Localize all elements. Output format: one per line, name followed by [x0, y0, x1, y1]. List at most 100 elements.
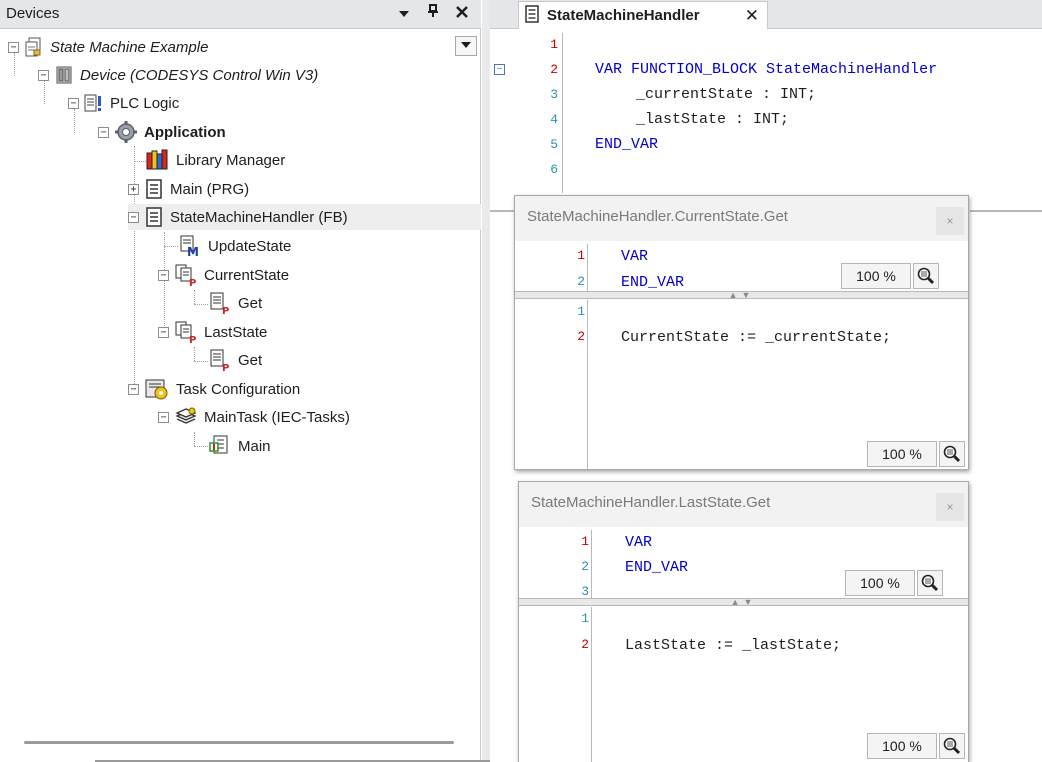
tree-item-main-prg[interactable]: + Main (PRG) [128, 176, 249, 202]
collapse-toggle-icon[interactable]: − [98, 126, 109, 138]
svg-text:P: P [189, 335, 196, 343]
pane-divider[interactable]: ▲▼ [515, 290, 968, 300]
code-line-3[interactable]: _currentState : INT; [636, 82, 816, 107]
line-number: 5 [550, 137, 558, 152]
collapse-toggle-icon[interactable]: − [158, 269, 169, 281]
horizontal-scrollbar[interactable] [24, 741, 454, 744]
tree-item-project[interactable]: − State Machine Example [8, 34, 208, 60]
popup-close-icon[interactable]: × [936, 493, 964, 521]
zoom-value[interactable]: 100 % [841, 263, 911, 289]
close-icon[interactable] [452, 4, 472, 24]
line-number: 1 [581, 611, 589, 626]
tree-item-current-state-get[interactable]: P Get [208, 290, 262, 316]
tab-label: StateMachineHandler [547, 7, 700, 24]
document-icon [525, 4, 539, 27]
task-icon [174, 407, 198, 427]
pane-divider[interactable]: ▲▼ [519, 597, 968, 607]
line-number: 2 [581, 637, 589, 652]
zoom-magnifier-icon[interactable] [917, 570, 943, 596]
property-get-icon: P [208, 349, 232, 371]
svg-text:P: P [189, 278, 196, 286]
popup-close-icon[interactable]: × [936, 207, 964, 235]
devices-panel-header: Devices [0, 0, 481, 29]
tree-item-current-state[interactable]: − P CurrentState [158, 262, 289, 288]
tree-item-label: LastState [204, 323, 268, 341]
collapse-toggle-icon[interactable]: − [158, 326, 169, 338]
zoom-magnifier-icon[interactable] [913, 263, 939, 289]
collapse-toggle-icon[interactable]: − [38, 69, 49, 81]
zoom-control[interactable]: 100 % [841, 262, 939, 290]
svg-text:P: P [222, 306, 229, 314]
code-line[interactable]: CurrentState := _currentState; [621, 325, 891, 350]
zoom-control[interactable]: 100 % [845, 569, 943, 597]
tree-item-update-state[interactable]: M UpdateState [178, 233, 291, 259]
tree-item-label: UpdateState [208, 237, 292, 255]
code-line-4[interactable]: _lastState : INT; [636, 107, 789, 132]
editor-pane-splitter[interactable] [490, 210, 514, 212]
zoom-value[interactable]: 100 % [867, 733, 937, 759]
tree-item-main-call[interactable]: Main [208, 433, 271, 459]
zoom-magnifier-icon[interactable] [939, 441, 965, 467]
tree-item-label: Application [144, 123, 226, 141]
svg-text:P: P [222, 363, 229, 371]
collapse-toggle-icon[interactable]: − [68, 97, 79, 109]
tree-item-plc-logic[interactable]: − PLC Logic [68, 90, 179, 116]
tree-item-label: Main (PRG) [170, 180, 250, 198]
zoom-value[interactable]: 100 % [867, 441, 937, 467]
line-number: 2 [581, 559, 589, 574]
tree-item-last-state[interactable]: − P LastState [158, 319, 267, 345]
code-line-1[interactable]: FUNCTION_BLOCK StateMachineHandler [595, 32, 937, 78]
method-icon: M [178, 235, 202, 257]
zoom-control[interactable]: 100 % [867, 732, 965, 760]
devices-panel-title: Devices [6, 5, 60, 22]
svg-text:M: M [187, 245, 199, 257]
code-line-2[interactable]: VAR [595, 57, 622, 82]
panel-splitter[interactable] [482, 0, 490, 762]
tree-item-label: CurrentState [204, 266, 290, 284]
tree-item-label: MainTask (IEC-Tasks) [204, 408, 350, 426]
collapse-toggle-icon[interactable]: − [128, 211, 139, 223]
tree-item-device[interactable]: − Device (CODESYS Control Win V3) [38, 62, 318, 88]
editor-tabstrip: StateMachineHandler ✕ [490, 0, 1042, 29]
editor-pane-splitter[interactable] [970, 210, 1042, 212]
line-number: 2 [550, 62, 558, 77]
task-configuration-icon [144, 379, 170, 400]
collapse-toggle-icon[interactable]: − [158, 411, 169, 423]
property-get-icon: P [208, 292, 232, 314]
tab-state-machine-handler[interactable]: StateMachineHandler ✕ [518, 1, 768, 29]
pin-icon[interactable] [423, 4, 443, 24]
tree-item-label: PLC Logic [110, 94, 180, 112]
line-number: 2 [577, 329, 585, 344]
expand-toggle-icon[interactable]: + [128, 183, 139, 195]
zoom-value[interactable]: 100 % [845, 570, 915, 596]
collapse-toggle-icon[interactable]: − [128, 383, 139, 395]
collapse-region-icon[interactable]: − [494, 64, 505, 75]
tree-item-state-machine-handler[interactable]: − StateMachineHandler (FB) [128, 204, 481, 230]
dropdown-arrow-icon[interactable] [394, 4, 414, 24]
tree-item-label: Task Configuration [176, 380, 301, 398]
code-line[interactable]: VAR [625, 530, 652, 555]
code-line[interactable]: VAR [621, 244, 648, 269]
project-icon [24, 37, 44, 57]
line-number: 3 [550, 87, 558, 102]
code-text: FUNCTION_BLOCK StateMachineHandler [631, 61, 938, 78]
tree-item-main-task[interactable]: − MainTask (IEC-Tasks) [158, 404, 350, 430]
application-gear-icon [114, 121, 138, 143]
line-number: 1 [577, 304, 585, 319]
code-line[interactable]: END_VAR [625, 555, 688, 580]
code-line[interactable]: LastState := _lastState; [625, 633, 841, 658]
line-number: 1 [577, 248, 585, 263]
project-dropdown-button[interactable] [455, 36, 477, 56]
program-doc-icon [144, 179, 164, 199]
line-number: 6 [550, 162, 558, 177]
zoom-magnifier-icon[interactable] [939, 733, 965, 759]
tab-close-icon[interactable]: ✕ [745, 6, 759, 26]
zoom-control[interactable]: 100 % [867, 440, 965, 468]
tree-item-task-configuration[interactable]: − Task Configuration [128, 376, 300, 402]
collapse-toggle-icon[interactable]: − [8, 41, 19, 53]
tree-item-label: State Machine Example [50, 38, 209, 56]
tree-item-last-state-get[interactable]: P Get [208, 347, 262, 373]
tree-item-library-manager[interactable]: Library Manager [146, 147, 285, 173]
tree-item-application[interactable]: − Application [98, 119, 226, 145]
code-line-5[interactable]: END_VAR [595, 132, 658, 157]
